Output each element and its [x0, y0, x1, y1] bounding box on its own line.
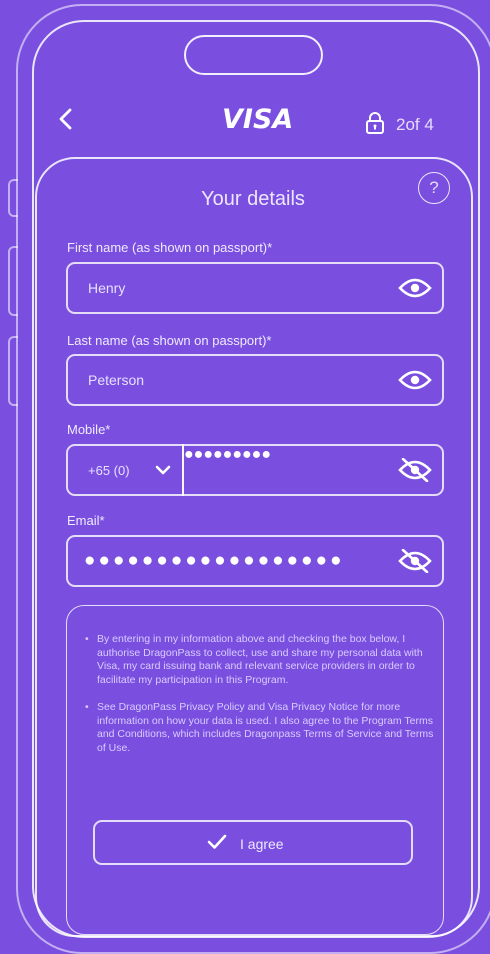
side-button-volume-down — [8, 336, 18, 406]
last-name-value: Peterson — [88, 372, 145, 388]
email-masked: ●●●●●●●●●●●●●●●●●● — [84, 550, 345, 571]
last-name-label: Last name (as shown on passport)* — [67, 333, 272, 348]
chevron-left-icon[interactable] — [56, 104, 78, 134]
last-name-field[interactable]: Peterson — [66, 354, 444, 406]
eye-off-icon[interactable] — [398, 457, 432, 483]
eye-icon[interactable] — [398, 276, 432, 300]
terms-list: By entering in my information above and … — [67, 633, 445, 769]
country-code-value: +65 (0) — [88, 463, 130, 478]
mobile-number-masked: ●●●●●●●●● — [184, 446, 271, 463]
eye-off-icon[interactable] — [398, 548, 432, 574]
lock-icon — [365, 111, 385, 135]
page-title: Your details — [201, 188, 305, 210]
terms-item-consent: By entering in my information above and … — [85, 633, 445, 687]
first-name-value: Henry — [88, 280, 126, 296]
first-name-field[interactable]: Henry — [66, 262, 444, 314]
dynamic-island — [184, 35, 323, 75]
mobile-label: Mobile* — [67, 422, 111, 437]
eye-icon[interactable] — [398, 368, 432, 392]
email-field[interactable]: ●●●●●●●●●●●●●●●●●● — [66, 535, 444, 587]
country-code-select[interactable]: +65 (0) — [66, 444, 184, 496]
terms-box: By entering in my information above and … — [66, 605, 444, 935]
chevron-down-icon — [154, 462, 172, 478]
agree-label: I agree — [240, 836, 284, 852]
agree-button[interactable]: I agree — [93, 820, 413, 865]
check-icon — [207, 834, 227, 850]
visa-logo: VISA — [222, 104, 294, 135]
email-label: Email* — [67, 513, 105, 528]
terms-item-privacy: See DragonPass Privacy Policy and Visa P… — [85, 701, 445, 755]
step-indicator: 2of 4 — [396, 115, 434, 134]
first-name-label: First name (as shown on passport)* — [67, 240, 273, 255]
side-button-volume-up — [8, 246, 18, 316]
mobile-number-field[interactable]: ●●●●●●●●● — [182, 444, 444, 496]
